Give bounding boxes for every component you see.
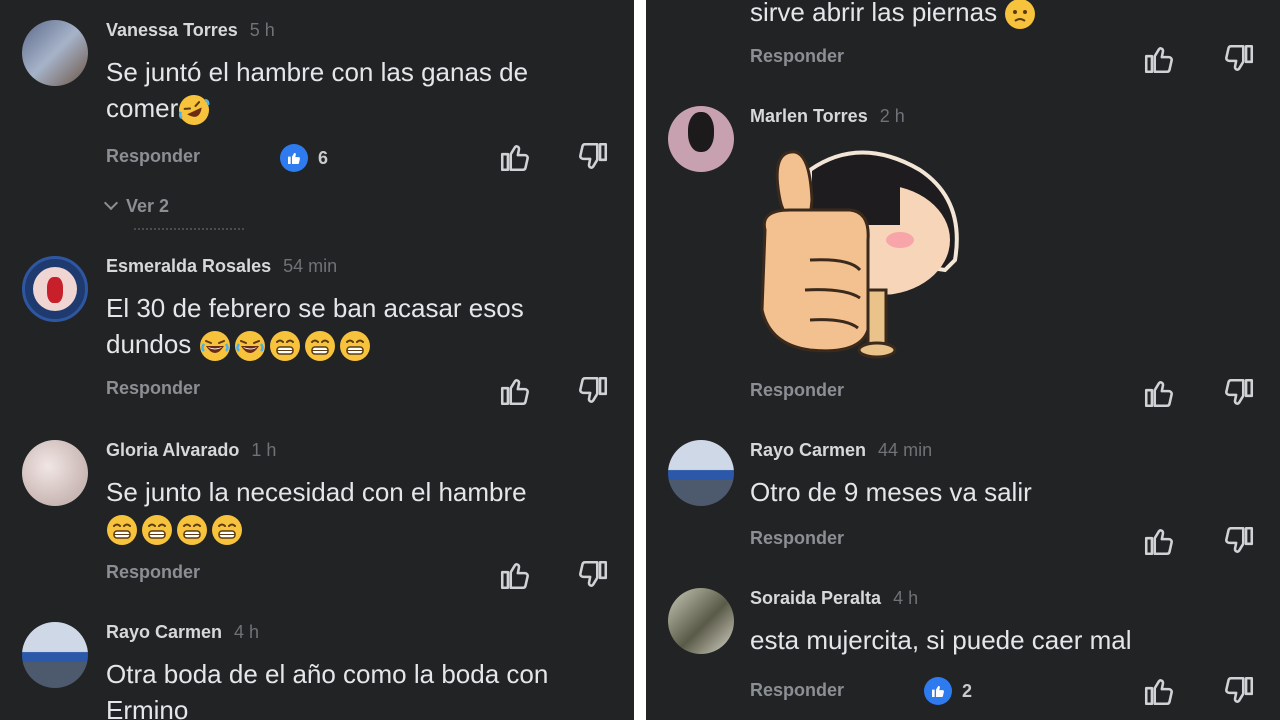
comment-text: esta mujercita, si puede caer mal bbox=[750, 625, 1132, 655]
grin-emoji-icon bbox=[176, 514, 208, 546]
comment-author[interactable]: Soraida Peralta 4 h bbox=[750, 588, 918, 609]
avatar[interactable] bbox=[22, 622, 88, 688]
comment-time: 1 h bbox=[251, 440, 277, 460]
comment-text: Se junto la necesidad con el hambre bbox=[106, 474, 606, 546]
avatar[interactable] bbox=[668, 588, 734, 654]
comment-text: Se juntó el hambre con las ganas de come… bbox=[106, 54, 606, 126]
reply-button[interactable]: Responder bbox=[750, 380, 844, 401]
comment-text: Otro de 9 meses va salir bbox=[750, 477, 1032, 507]
reaction-count: 2 bbox=[962, 680, 973, 701]
thumbs-down-outline-icon[interactable] bbox=[1222, 674, 1256, 708]
avatar[interactable] bbox=[668, 106, 734, 172]
worried-emoji-icon bbox=[1004, 0, 1036, 30]
grin-emoji-icon bbox=[106, 514, 138, 546]
reaction-summary[interactable]: 6 bbox=[280, 144, 328, 172]
comment-author[interactable]: Esmeralda Rosales 54 min bbox=[106, 256, 337, 277]
comment-author[interactable]: Rayo Carmen 44 min bbox=[750, 440, 932, 461]
thumbs-up-outline-icon[interactable] bbox=[498, 140, 532, 174]
laughing-emoji-icon bbox=[234, 330, 266, 362]
thumbs-down-outline-icon[interactable] bbox=[1222, 42, 1256, 76]
like-reaction-icon bbox=[924, 677, 952, 705]
reply-button[interactable]: Responder bbox=[750, 46, 844, 67]
thumbs-up-outline-icon[interactable] bbox=[1142, 376, 1176, 410]
reply-button[interactable]: Responder bbox=[106, 146, 200, 167]
reply-button[interactable]: Responder bbox=[750, 528, 844, 549]
reply-button[interactable]: Responder bbox=[106, 378, 200, 399]
comment-time: 2 h bbox=[879, 106, 905, 126]
avatar[interactable] bbox=[22, 256, 88, 322]
thumbs-up-outline-icon[interactable] bbox=[1142, 42, 1176, 76]
grin-emoji-icon bbox=[269, 330, 301, 362]
chevron-down-icon bbox=[103, 195, 119, 211]
avatar[interactable] bbox=[668, 440, 734, 506]
comment-author[interactable]: Marlen Torres 2 h bbox=[750, 106, 905, 127]
comment-text: sirve abrir las piernas bbox=[750, 0, 1250, 30]
comment-time: 54 min bbox=[283, 256, 338, 276]
thumbs-up-outline-icon[interactable] bbox=[1142, 524, 1176, 558]
reply-button[interactable]: Responder bbox=[106, 562, 200, 583]
thumbs-down-outline-icon[interactable] bbox=[576, 140, 610, 174]
comment-text: El 30 de febrero se ban acasar esos dund… bbox=[106, 290, 606, 362]
thumbs-up-sticker bbox=[760, 150, 959, 359]
thumbs-down-outline-icon[interactable] bbox=[1222, 376, 1256, 410]
comment-author[interactable]: Rayo Carmen 4 h bbox=[106, 622, 259, 643]
grin-emoji-icon bbox=[211, 514, 243, 546]
thumbs-up-outline-icon[interactable] bbox=[498, 374, 532, 408]
comment-time: 4 h bbox=[893, 588, 919, 608]
reaction-summary[interactable]: 2 bbox=[924, 677, 972, 705]
rofl-emoji-icon bbox=[178, 94, 210, 126]
grin-emoji-icon bbox=[141, 514, 173, 546]
thumbs-up-outline-icon[interactable] bbox=[498, 558, 532, 592]
like-reaction-icon bbox=[280, 144, 308, 172]
comment-text: Otra boda de el año como la boda con Erm… bbox=[106, 659, 549, 720]
reaction-count: 6 bbox=[318, 147, 329, 168]
reply-button[interactable]: Responder bbox=[750, 680, 844, 701]
comments-panel-right: sirve abrir las piernas Responder Marlen… bbox=[646, 0, 1280, 720]
thumbs-up-outline-icon[interactable] bbox=[1142, 674, 1176, 708]
avatar[interactable] bbox=[22, 440, 88, 506]
grin-emoji-icon bbox=[339, 330, 371, 362]
grin-emoji-icon bbox=[304, 330, 336, 362]
comment-time: 44 min bbox=[878, 440, 933, 460]
comment-time: 5 h bbox=[249, 20, 275, 40]
comment-author[interactable]: Gloria Alvarado 1 h bbox=[106, 440, 276, 461]
comments-panel-left: Vanessa Torres 5 h Se juntó el hambre con… bbox=[0, 0, 634, 720]
avatar[interactable] bbox=[22, 20, 88, 86]
thumbs-down-outline-icon[interactable] bbox=[576, 374, 610, 408]
separator bbox=[134, 228, 244, 233]
comment-time: 4 h bbox=[234, 622, 260, 642]
thumbs-down-outline-icon[interactable] bbox=[576, 558, 610, 592]
view-replies-link[interactable]: Ver 2 bbox=[103, 195, 169, 217]
thumbs-down-outline-icon[interactable] bbox=[1222, 524, 1256, 558]
laughing-emoji-icon bbox=[199, 330, 231, 362]
comment-author[interactable]: Vanessa Torres 5 h bbox=[106, 20, 275, 41]
